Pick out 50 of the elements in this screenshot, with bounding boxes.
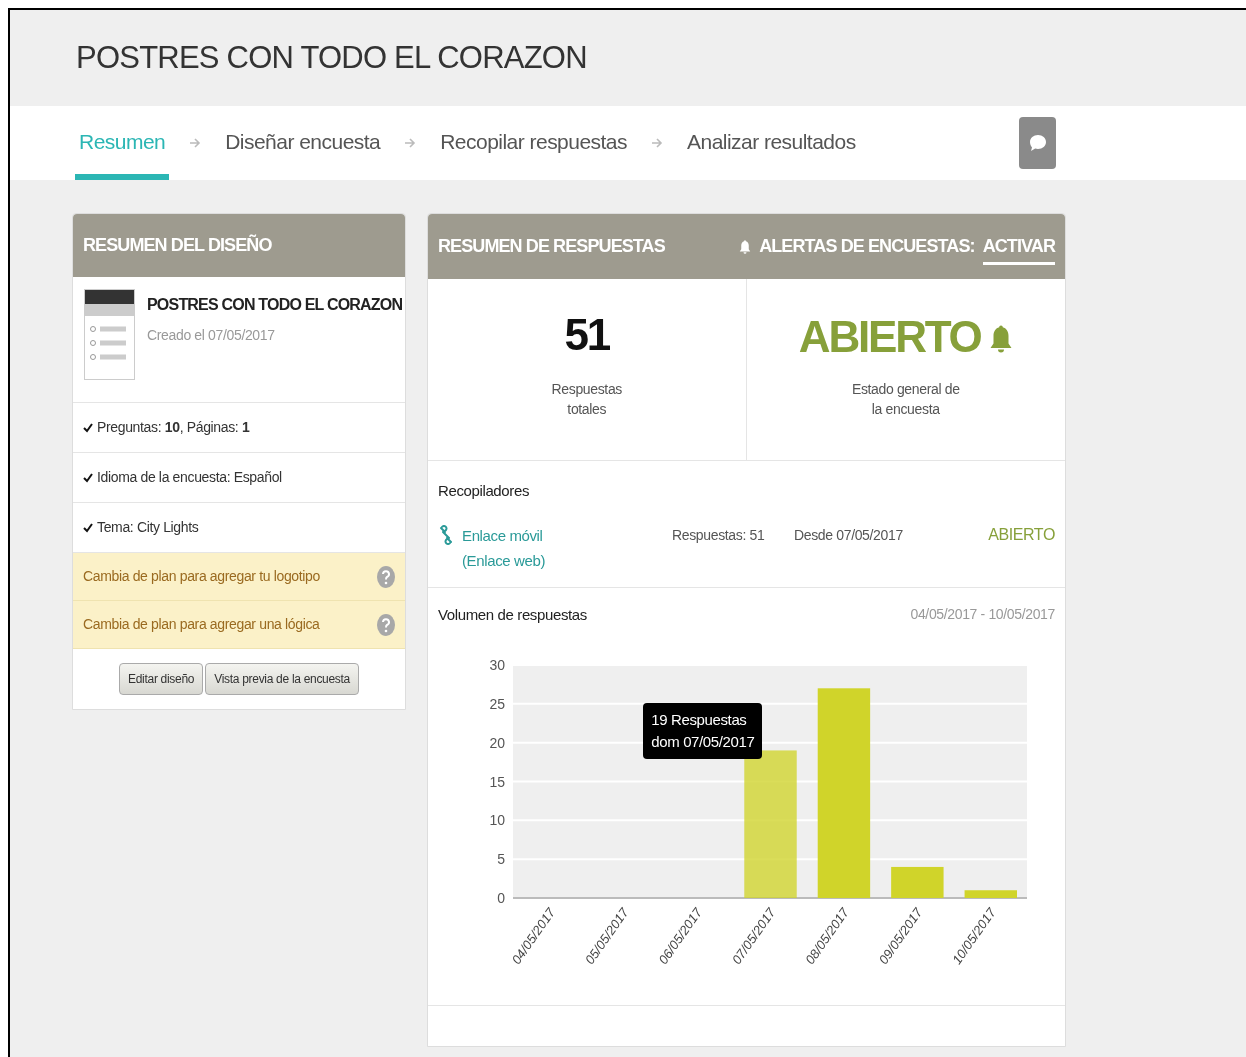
check-icon — [83, 422, 93, 433]
bell-icon — [739, 238, 752, 255]
check-icon — [83, 522, 93, 533]
arrow-icon — [189, 137, 202, 149]
panel-heading: RESUMEN DE RESPUESTAS — [438, 235, 665, 258]
collector-type: (Enlace web) — [462, 551, 547, 571]
summary-item: Tema: City Lights — [97, 518, 199, 537]
survey-title: POSTRES CON TODO EL CORAZON — [76, 38, 587, 77]
collector-link[interactable]: Enlace móvil — [462, 523, 672, 548]
upgrade-notice: Cambia de plan para agregar tu logotipo — [83, 567, 320, 586]
arrow-icon — [404, 137, 417, 149]
y-tick-label: 25 — [489, 695, 505, 712]
survey-name: POSTRES CON TODO EL CORAZON — [147, 295, 403, 315]
check-icon — [83, 472, 93, 483]
upgrade-notice: Cambia de plan para agregar una lógica — [83, 615, 320, 634]
chart-tooltip: 19 Respuestas dom 07/05/2017 — [643, 702, 763, 759]
y-tick-label: 10 — [489, 811, 505, 828]
collectors-heading: Recopiladores — [438, 482, 529, 499]
survey-status-label: Estado general de la encuesta — [850, 380, 961, 419]
panel-heading: RESUMEN DEL DISEÑO — [83, 233, 272, 257]
volume-heading: Volumen de respuestas — [438, 605, 587, 625]
arrow-icon — [651, 137, 663, 149]
total-responses-label: Respuestas totales — [550, 380, 623, 419]
step-tab[interactable]: Diseñar encuesta — [221, 106, 385, 180]
total-responses-count: 51 — [564, 313, 609, 357]
panel-button[interactable]: Editar diseño — [119, 663, 204, 695]
bar[interactable] — [744, 749, 797, 898]
step-tab[interactable]: Recopilar respuestas — [436, 106, 631, 180]
survey-status: ABIERTO — [798, 315, 981, 359]
chat-button[interactable] — [1019, 117, 1056, 169]
alerts-label: ALERTAS DE ENCUESTAS: — [759, 235, 975, 258]
help-icon[interactable] — [377, 613, 395, 636]
collector-responses: Respuestas: 51 — [672, 526, 766, 545]
y-tick-label: 15 — [489, 773, 505, 789]
y-tick-label: 20 — [489, 734, 505, 751]
link-icon — [438, 525, 454, 545]
y-tick-label: 0 — [497, 889, 505, 906]
collector-status: ABIERTO — [988, 525, 1055, 545]
collector-start-date: Desde 07/05/2017 — [794, 526, 903, 545]
step-tab[interactable]: Analizar resultados — [683, 106, 860, 180]
help-icon[interactable] — [377, 565, 395, 588]
survey-thumbnail-icon — [84, 289, 135, 383]
summary-item: Idioma de la encuesta: Español — [97, 468, 282, 487]
date-range: 04/05/2017 - 10/05/2017 — [910, 605, 1055, 624]
y-tick-label: 30 — [489, 656, 505, 673]
summary-item: Preguntas: 10, Páginas: 1 — [97, 418, 250, 437]
panel-button[interactable]: Vista previa de la encuesta — [205, 663, 359, 695]
created-date: Creado el 07/05/2017 — [147, 326, 276, 345]
speech-bubble-icon — [1027, 133, 1048, 153]
y-tick-label: 5 — [497, 850, 505, 867]
